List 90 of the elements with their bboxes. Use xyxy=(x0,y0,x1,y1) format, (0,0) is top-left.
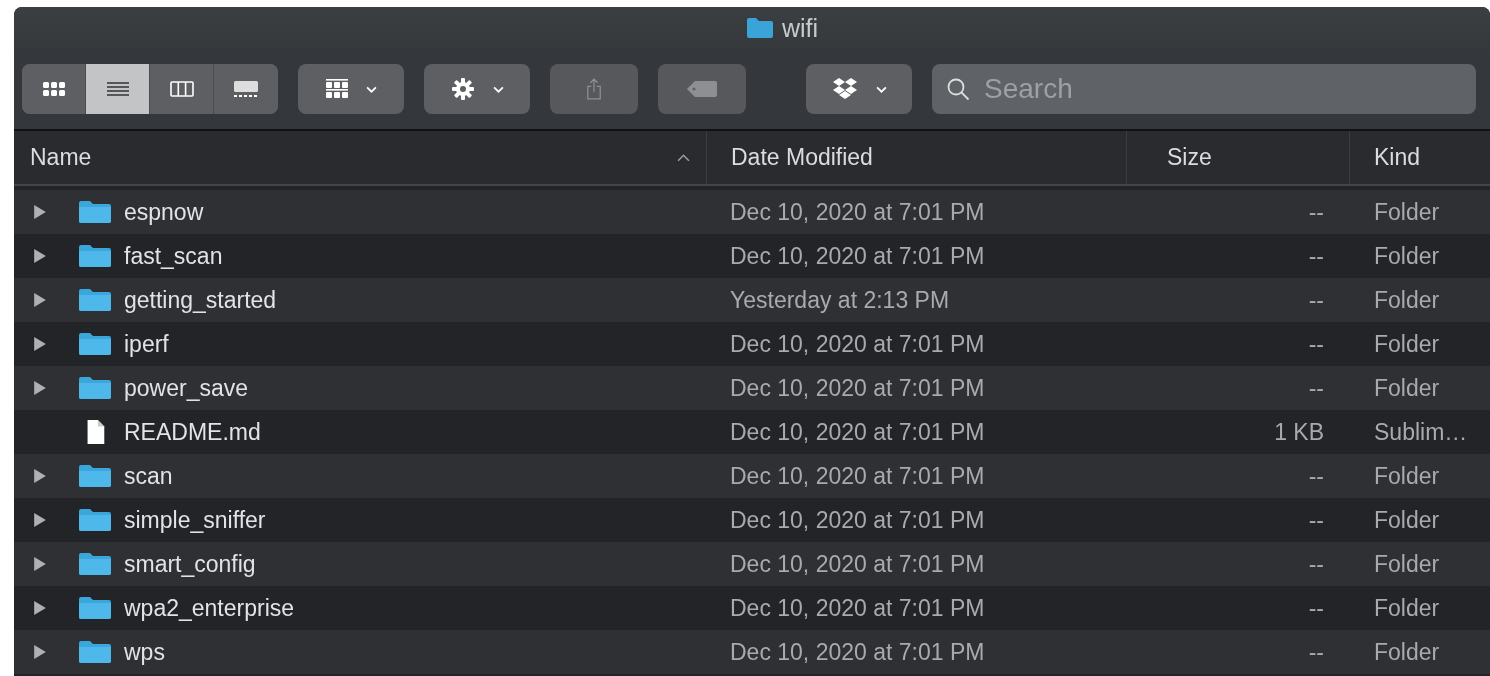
date-modified: Yesterday at 2:13 PM xyxy=(730,286,950,314)
sort-ascending-icon xyxy=(677,153,690,162)
disclosure-triangle-icon[interactable] xyxy=(34,513,46,527)
date-modified: Dec 10, 2020 at 7:01 PM xyxy=(730,594,985,622)
folder-icon xyxy=(78,551,112,577)
folder-icon xyxy=(78,331,112,357)
file-kind: Folder xyxy=(1374,550,1440,578)
gear-icon xyxy=(450,77,475,101)
file-name: README.md xyxy=(124,418,261,446)
file-kind: Folder xyxy=(1374,330,1440,358)
date-modified: Dec 10, 2020 at 7:01 PM xyxy=(730,198,985,226)
folder-icon xyxy=(78,463,112,489)
list-icon xyxy=(106,81,129,97)
file-size: -- xyxy=(1308,594,1324,622)
column-header[interactable]: Kind xyxy=(1374,144,1421,171)
grid-icon xyxy=(41,81,66,97)
file-kind: Folder xyxy=(1374,286,1440,314)
window-title: wifi xyxy=(781,13,819,43)
grid-icon xyxy=(325,79,348,99)
file-kind: Folder xyxy=(1374,462,1440,490)
file-name: iperf xyxy=(124,330,169,358)
file-name: wps xyxy=(124,638,165,666)
columns-icon xyxy=(169,81,194,97)
file-size: -- xyxy=(1308,198,1324,226)
chevron-down-icon xyxy=(365,85,377,93)
date-modified: Dec 10, 2020 at 7:01 PM xyxy=(730,462,985,490)
date-modified: Dec 10, 2020 at 7:01 PM xyxy=(730,550,985,578)
disclosure-triangle-icon[interactable] xyxy=(34,557,46,571)
file-kind: Folder xyxy=(1374,198,1440,226)
file-name: espnow xyxy=(124,198,204,226)
file-name: getting_started xyxy=(124,286,277,314)
column-header[interactable]: Size xyxy=(1167,144,1212,171)
file-size: -- xyxy=(1308,330,1324,358)
icons-view-button[interactable] xyxy=(22,64,86,114)
folder-icon xyxy=(78,199,112,225)
file-size: -- xyxy=(1308,506,1324,534)
dropbox-button[interactable] xyxy=(806,64,912,114)
date-modified: Dec 10, 2020 at 7:01 PM xyxy=(730,330,985,358)
file-kind: Folder xyxy=(1374,242,1440,270)
file-name: simple_sniffer xyxy=(124,506,266,534)
list-view-button[interactable] xyxy=(86,64,150,114)
date-modified: Dec 10, 2020 at 7:01 PM xyxy=(730,418,985,446)
file-name: wpa2_enterprise xyxy=(124,594,295,622)
folder-icon xyxy=(78,595,112,621)
date-modified: Dec 10, 2020 at 7:01 PM xyxy=(730,242,985,270)
file-size: -- xyxy=(1308,374,1324,402)
disclosure-triangle-icon[interactable] xyxy=(34,601,46,615)
chevron-down-icon xyxy=(875,85,887,93)
disclosure-triangle-icon[interactable] xyxy=(34,469,46,483)
date-modified: Dec 10, 2020 at 7:01 PM xyxy=(730,506,985,534)
settings-button[interactable] xyxy=(424,64,530,114)
file-size: -- xyxy=(1308,242,1324,270)
gallery-icon xyxy=(233,80,259,98)
search-field[interactable]: Search xyxy=(932,64,1476,114)
folder-icon xyxy=(78,507,112,533)
diamonds-icon xyxy=(831,78,858,100)
column-header[interactable]: Date Modified xyxy=(731,144,873,171)
folder-icon xyxy=(78,639,112,665)
column-header[interactable]: Name xyxy=(30,144,92,171)
file-size: -- xyxy=(1308,462,1324,490)
folder-icon xyxy=(745,17,774,39)
file-name: smart_config xyxy=(124,550,256,578)
group-button[interactable] xyxy=(298,64,404,114)
file-size: -- xyxy=(1308,550,1324,578)
file-kind: Folder xyxy=(1374,506,1440,534)
date-modified: Dec 10, 2020 at 7:01 PM xyxy=(730,638,985,666)
disclosure-triangle-icon[interactable] xyxy=(34,293,46,307)
date-modified: Dec 10, 2020 at 7:01 PM xyxy=(730,374,985,402)
chevron-down-icon xyxy=(492,85,504,93)
disclosure-triangle-icon[interactable] xyxy=(34,645,46,659)
disclosure-triangle-icon[interactable] xyxy=(34,381,46,395)
file-size: -- xyxy=(1308,286,1324,314)
file-name: fast_scan xyxy=(124,242,223,270)
folder-icon xyxy=(78,287,112,313)
file-kind: Folder xyxy=(1374,374,1440,402)
disclosure-triangle-icon[interactable] xyxy=(34,205,46,219)
file-size: 1 KB xyxy=(1274,418,1324,446)
tag-icon xyxy=(687,81,717,97)
file-name: power_save xyxy=(124,374,249,402)
search-icon xyxy=(946,77,970,101)
disclosure-triangle-icon[interactable] xyxy=(34,249,46,263)
file-size: -- xyxy=(1308,638,1324,666)
disclosure-triangle-icon[interactable] xyxy=(34,337,46,351)
folder-icon xyxy=(78,243,112,269)
share-icon xyxy=(586,78,602,100)
file-kind: Folder xyxy=(1374,638,1440,666)
file-kind: Folder xyxy=(1374,594,1440,622)
folder-icon xyxy=(78,375,112,401)
file-name: scan xyxy=(124,462,173,490)
file-kind: Sublim… xyxy=(1374,418,1468,446)
